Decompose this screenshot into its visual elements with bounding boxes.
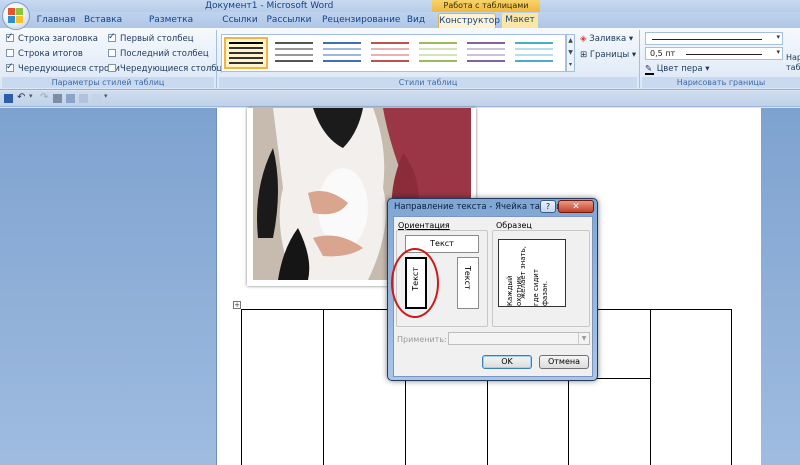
- table-style-3[interactable]: [320, 37, 364, 69]
- table-style-6[interactable]: [464, 37, 508, 69]
- chk-label: Первый столбец: [120, 34, 194, 44]
- borders-label: Границы: [589, 50, 630, 60]
- title-bar: Документ1 - Microsoft Word Работа с табл…: [0, 0, 800, 12]
- table-style-4[interactable]: [368, 37, 412, 69]
- draw-table-label: Нари: [786, 53, 800, 62]
- draw-table-button[interactable]: Наритабл: [786, 53, 800, 72]
- chk-label: Чередующиеся строки: [18, 64, 120, 74]
- table-move-handle-icon[interactable]: +: [233, 301, 241, 309]
- tab-page-layout[interactable]: Разметка страницы: [131, 13, 211, 40]
- tab-insert[interactable]: Вставка: [84, 13, 122, 28]
- chk-label: Строка заголовка: [18, 34, 98, 44]
- fill-button[interactable]: ◈ Заливка ▾: [580, 33, 633, 46]
- borders-icon: ⊞: [580, 50, 588, 60]
- document-icon[interactable]: [92, 94, 101, 103]
- customize-qat-icon[interactable]: ▾: [104, 92, 113, 101]
- pen-color-button[interactable]: ✎ Цвет пера ▾: [645, 63, 710, 76]
- checkbox-icon: [6, 61, 14, 73]
- table-style-7[interactable]: [512, 37, 556, 69]
- chk-label: Последний столбец: [120, 49, 209, 59]
- office-button[interactable]: [2, 2, 30, 30]
- spelling-icon[interactable]: [79, 94, 88, 103]
- table-border: [731, 310, 732, 465]
- sample-preview: Каждый охотник желает знать, где сидит ф…: [498, 239, 566, 307]
- checkbox-icon: [108, 31, 116, 43]
- dropdown-arrow-icon: ▼: [578, 333, 589, 344]
- apply-to-label: Применить:: [397, 335, 447, 344]
- window-title: Документ1 - Microsoft Word: [205, 1, 334, 11]
- ribbon-tabs: Главная Вставка Разметка страницы Ссылки…: [0, 12, 800, 40]
- dropdown-arrow-icon: ▾: [776, 33, 780, 41]
- chk-label: Чередующиеся столбцы: [120, 64, 229, 74]
- table-style-2[interactable]: [272, 37, 316, 69]
- chk-first-column[interactable]: Первый столбец: [108, 31, 194, 45]
- tab-references[interactable]: Ссылки: [222, 13, 258, 28]
- paint-bucket-icon: ◈: [580, 34, 587, 44]
- checkbox-icon: [108, 49, 116, 57]
- gallery-scroll[interactable]: ▲ ▼ ▾: [566, 34, 575, 72]
- tab-home[interactable]: Главная: [35, 13, 77, 28]
- print-icon[interactable]: [66, 94, 75, 103]
- checkbox-icon: [6, 49, 14, 57]
- table-border: [323, 310, 324, 465]
- pen-color-label: Цвет пера: [656, 64, 703, 74]
- orientation-label: Ориентация: [398, 221, 450, 230]
- redo-icon[interactable]: ↷: [40, 92, 49, 103]
- draw-table-label-2: табл: [786, 63, 800, 72]
- group-label-table-styles: Стили таблиц: [219, 77, 637, 88]
- orientation-top-to-bottom[interactable]: Текст: [457, 257, 479, 309]
- line-weight-select[interactable]: 0,5 пт ▾: [645, 47, 783, 60]
- orientation-down-label: Текст: [463, 266, 472, 290]
- sample-line: желает знать,: [519, 246, 527, 300]
- undo-icon[interactable]: ↶: [17, 92, 26, 103]
- chk-last-column[interactable]: Последний столбец: [108, 48, 209, 60]
- group-separator: [639, 30, 640, 88]
- tab-view[interactable]: Вид: [405, 13, 427, 28]
- table-styles-gallery: [221, 34, 566, 72]
- group-label-draw-borders: Нарисовать границы: [642, 77, 800, 88]
- tab-design[interactable]: Конструктор: [438, 13, 500, 28]
- office-logo-icon: [8, 8, 24, 24]
- context-tab-title: Работа с таблицами: [432, 0, 540, 12]
- apply-to-select[interactable]: ▼: [448, 332, 590, 345]
- cancel-button[interactable]: Отмена: [539, 355, 589, 369]
- table-border: [241, 310, 242, 465]
- quick-access-toolbar: ↶ ▾ ↷ ▾: [0, 91, 800, 107]
- undo-dropdown-icon[interactable]: ▾: [29, 92, 38, 101]
- chk-banded-rows[interactable]: Чередующиеся строки: [6, 61, 120, 75]
- dialog-body: Ориентация Текст Текст Текст Образец Каж…: [391, 216, 593, 377]
- table-style-1[interactable]: [224, 37, 268, 69]
- dropdown-arrow-icon: ▾: [776, 48, 780, 56]
- tab-layout[interactable]: Макет: [502, 13, 538, 28]
- chk-total-row[interactable]: Строка итогов: [6, 48, 83, 60]
- pen-icon: ✎: [645, 64, 654, 75]
- table-border: [650, 310, 651, 465]
- save-icon[interactable]: [4, 94, 13, 103]
- close-button[interactable]: ✕: [558, 200, 594, 213]
- sample-line: где сидит фазан.: [532, 269, 549, 306]
- highlight-circle: [391, 248, 439, 318]
- line-weight-value: 0,5 пт: [650, 49, 676, 58]
- ok-button[interactable]: OK: [482, 355, 532, 369]
- checkbox-icon: [108, 64, 116, 72]
- group-label-style-options: Параметры стилей таблиц: [2, 77, 214, 88]
- text-direction-dialog: Направление текста - Ячейка таблицы ? ✕ …: [387, 198, 598, 381]
- fill-label: Заливка: [589, 34, 627, 44]
- borders-button[interactable]: ⊞ Границы ▾: [580, 49, 636, 62]
- table-style-5[interactable]: [416, 37, 460, 69]
- line-style-select[interactable]: ▾: [645, 32, 783, 45]
- chk-header-row[interactable]: Строка заголовка: [6, 31, 98, 45]
- group-separator: [216, 30, 217, 88]
- help-button[interactable]: ?: [540, 200, 556, 213]
- tab-mailings[interactable]: Рассылки: [266, 13, 312, 28]
- print-preview-icon[interactable]: [53, 94, 62, 103]
- chk-banded-columns[interactable]: Чередующиеся столбцы: [108, 63, 229, 75]
- chk-label: Строка итогов: [18, 49, 83, 59]
- checkbox-icon: [6, 31, 14, 43]
- tab-review[interactable]: Рецензирование: [322, 13, 400, 28]
- sample-label: Образец: [496, 221, 532, 230]
- ribbon: Строка заголовка Строка итогов Чередующи…: [0, 28, 800, 90]
